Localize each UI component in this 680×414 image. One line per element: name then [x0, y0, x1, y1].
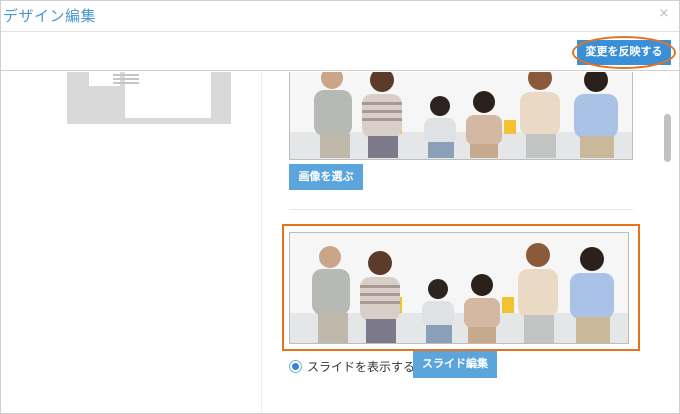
- content-scrollbar[interactable]: [661, 72, 675, 413]
- preview-line: [113, 74, 139, 76]
- slide-edit-button[interactable]: スライド編集: [413, 351, 497, 378]
- content-area: 画像を選ぶ スライドを表示する スライド編集: [1, 72, 679, 413]
- slide-image-preview: [289, 232, 629, 344]
- close-icon[interactable]: ×: [657, 7, 671, 21]
- panel-divider: [261, 72, 262, 413]
- show-slide-radio[interactable]: [289, 359, 302, 373]
- scrollbar-thumb[interactable]: [664, 114, 671, 162]
- choose-image-button[interactable]: 画像を選ぶ: [289, 164, 363, 190]
- toolbar: 変更を反映する: [1, 31, 679, 71]
- apply-changes-button[interactable]: 変更を反映する: [577, 40, 671, 65]
- family-photo-image: [290, 72, 632, 159]
- layout-preview-thumbnail[interactable]: [67, 72, 231, 124]
- family-photo-image: [290, 233, 628, 343]
- header-image-preview: [289, 72, 633, 160]
- design-edit-dialog: デザイン編集 × 変更を反映する 画像を選ぶ スライドを表示する スライド編集: [0, 0, 680, 414]
- show-slide-label: スライドを表示する: [307, 359, 416, 374]
- title-bar: デザイン編集 ×: [1, 1, 679, 31]
- section-separator: [289, 209, 633, 210]
- show-slide-option[interactable]: スライドを表示する: [289, 354, 415, 378]
- preview-line: [113, 78, 139, 80]
- preview-line: [113, 82, 139, 84]
- dialog-title: デザイン編集: [3, 7, 97, 25]
- preview-sidebar: [89, 72, 139, 86]
